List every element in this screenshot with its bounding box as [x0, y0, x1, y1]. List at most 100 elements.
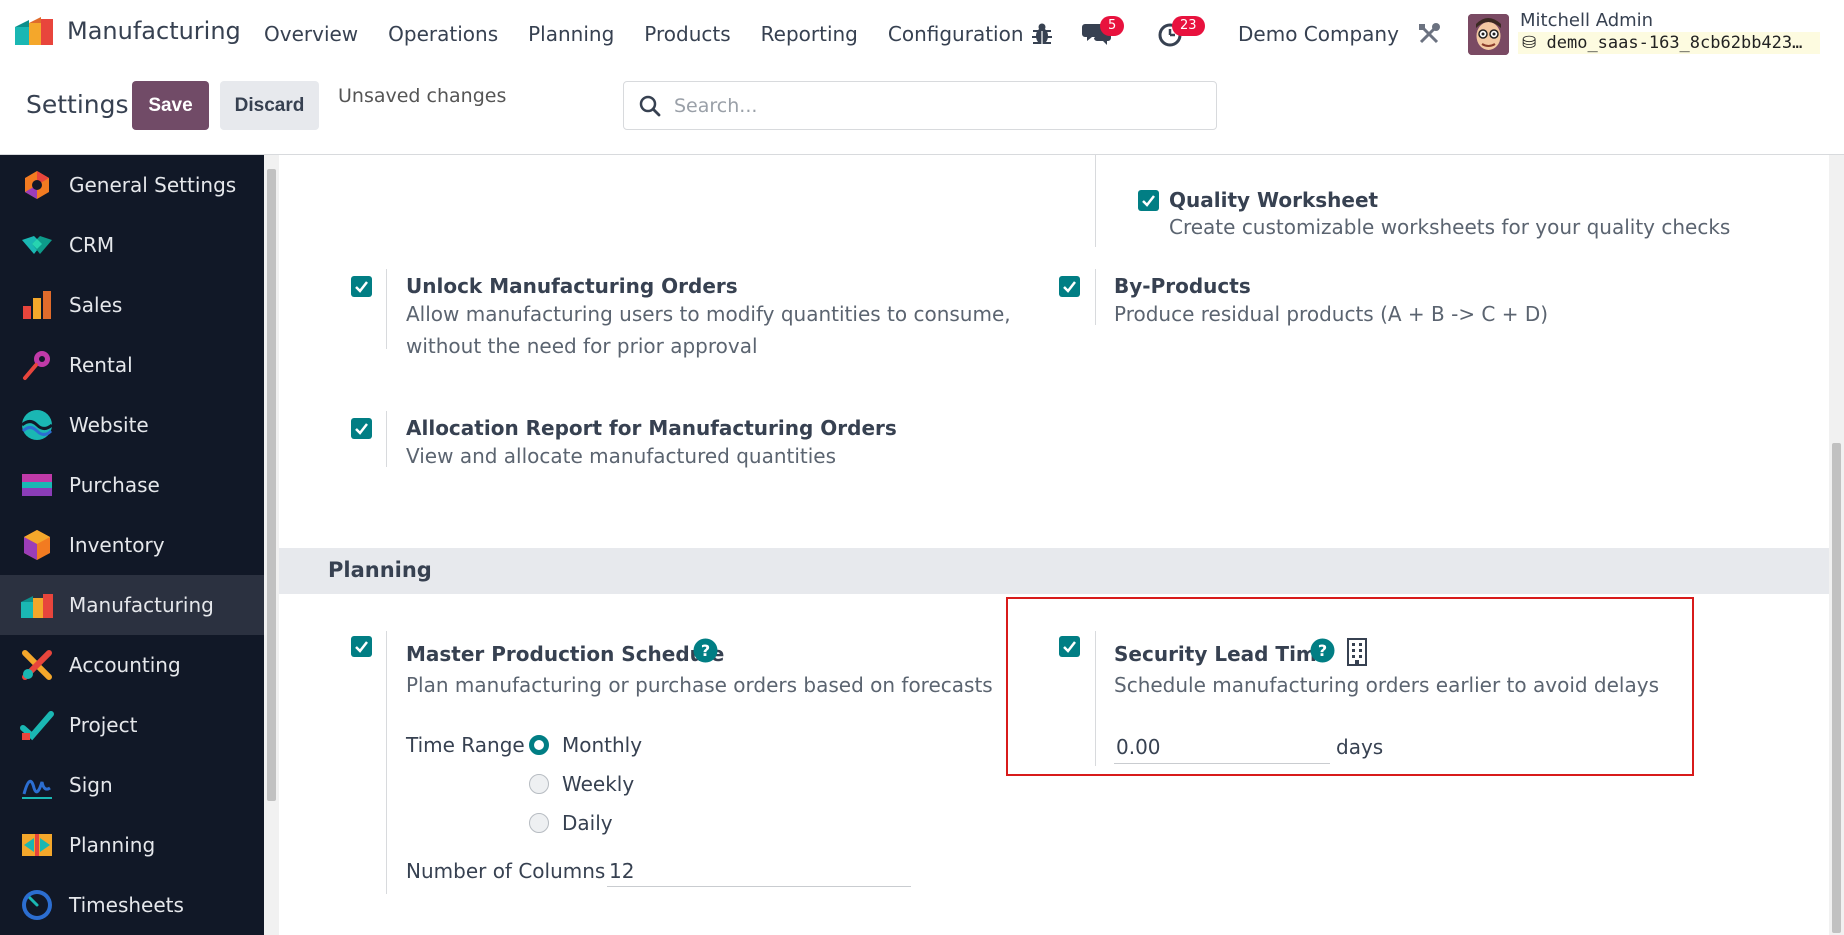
settings-content: Quality Worksheet Create customizable wo…	[279, 155, 1829, 935]
app-brand[interactable]: Manufacturing	[15, 17, 241, 45]
menu-planning[interactable]: Planning	[528, 22, 614, 46]
setting-divider	[386, 269, 387, 349]
company-building-icon	[1347, 638, 1367, 666]
radio-daily[interactable]	[529, 813, 549, 833]
mps-checkbox[interactable]	[351, 636, 372, 657]
messages-badge: 5	[1100, 16, 1125, 36]
security-lead-time-checkbox[interactable]	[1059, 636, 1080, 657]
unlock-mo-desc-line2: without the need for prior approval	[406, 334, 758, 358]
sidebar-item-sales[interactable]: Sales	[0, 275, 264, 335]
sidebar-item-sign[interactable]: Sign	[0, 755, 264, 815]
quality-worksheet-desc: Create customizable worksheets for your …	[1169, 215, 1731, 239]
checkmark-icon	[355, 641, 368, 653]
checkmark-icon	[355, 423, 368, 435]
radio-daily-label[interactable]: Daily	[562, 811, 613, 835]
sidebar-label: General Settings	[69, 173, 237, 197]
sidebar-label: Project	[69, 713, 138, 737]
columns-label: Number of Columns	[406, 859, 606, 883]
project-icon	[20, 711, 54, 741]
user-name[interactable]: Mitchell Admin	[1520, 10, 1653, 31]
allocation-report-desc: View and allocate manufactured quantitie…	[406, 444, 837, 468]
main-menu: Overview Operations Planning Products Re…	[264, 22, 1054, 46]
sidebar-label: Purchase	[69, 473, 160, 497]
activities-badge: 23	[1172, 16, 1205, 36]
tools-icon[interactable]	[1417, 22, 1441, 46]
bug-icon[interactable]	[1031, 22, 1053, 46]
setting-divider	[386, 411, 387, 467]
user-avatar[interactable]	[1468, 14, 1509, 55]
rental-icon	[23, 351, 50, 380]
security-lead-time-desc: Schedule manufacturing orders earlier to…	[1114, 673, 1659, 697]
sidebar-label: Sales	[69, 293, 123, 317]
company-switcher[interactable]: Demo Company	[1238, 22, 1399, 46]
sidebar-item-website[interactable]: Website	[0, 395, 264, 455]
settings-sidebar: General Settings CRM Sales Rental Websit…	[0, 155, 264, 935]
allocation-report-checkbox[interactable]	[351, 418, 372, 439]
sidebar-item-accounting[interactable]: Accounting	[0, 635, 264, 695]
accounting-icon	[22, 650, 52, 680]
checkmark-icon	[1063, 281, 1076, 293]
search-icon	[639, 95, 661, 117]
sidebar-label: Website	[69, 413, 149, 437]
svg-text:?: ?	[701, 641, 710, 660]
menu-reporting[interactable]: Reporting	[761, 22, 858, 46]
database-label: demo_saas-163_8cb62bb423…	[1546, 33, 1803, 53]
menu-products[interactable]: Products	[644, 22, 730, 46]
database-icon: ⛁	[1522, 33, 1537, 53]
search-input[interactable]	[674, 92, 1194, 120]
discard-button[interactable]: Discard	[220, 81, 319, 130]
avatar-image-icon	[1468, 14, 1509, 55]
general-settings-icon	[25, 171, 49, 199]
time-range-label: Time Range	[406, 733, 525, 757]
sidebar-scrollbar[interactable]	[264, 155, 279, 935]
app-name: Manufacturing	[67, 17, 241, 45]
sidebar-label: Rental	[69, 353, 133, 377]
sidebar-item-manufacturing[interactable]: Manufacturing	[0, 575, 264, 635]
radio-weekly[interactable]	[529, 774, 549, 794]
manufacturing-app-icon	[15, 17, 53, 45]
sidebar-item-purchase[interactable]: Purchase	[0, 455, 264, 515]
checkmark-icon	[1063, 641, 1076, 653]
menu-overview[interactable]: Overview	[264, 22, 358, 46]
by-products-desc: Produce residual products (A + B -> C + …	[1114, 302, 1549, 326]
columns-input[interactable]	[607, 855, 911, 887]
planning-icon	[22, 834, 52, 856]
sidebar-item-timesheets[interactable]: Timesheets	[0, 875, 264, 935]
sidebar-label: Manufacturing	[69, 593, 214, 617]
sidebar-label: Inventory	[69, 533, 165, 557]
quality-worksheet-title: Quality Worksheet	[1169, 188, 1379, 212]
quality-worksheet-checkbox[interactable]	[1138, 190, 1159, 211]
content-scrollbar[interactable]	[1829, 155, 1844, 935]
svg-text:?: ?	[1318, 641, 1327, 660]
sidebar-item-rental[interactable]: Rental	[0, 335, 264, 395]
sidebar-item-project[interactable]: Project	[0, 695, 264, 755]
sidebar-item-inventory[interactable]: Inventory	[0, 515, 264, 575]
by-products-checkbox[interactable]	[1059, 276, 1080, 297]
radio-monthly-label[interactable]: Monthly	[562, 733, 642, 757]
website-icon	[21, 410, 53, 440]
sidebar-scrollbar-thumb[interactable]	[267, 169, 276, 801]
setting-divider	[1095, 269, 1096, 325]
sidebar-label: Sign	[69, 773, 113, 797]
help-icon[interactable]: ?	[693, 638, 718, 663]
unlock-mo-title: Unlock Manufacturing Orders	[406, 274, 738, 298]
content-scrollbar-thumb[interactable]	[1832, 443, 1841, 933]
setting-divider	[1095, 631, 1096, 766]
menu-configuration[interactable]: Configuration	[888, 22, 1024, 46]
setting-divider	[386, 631, 387, 894]
menu-operations[interactable]: Operations	[388, 22, 498, 46]
sidebar-item-crm[interactable]: CRM	[0, 215, 264, 275]
security-lead-time-input[interactable]	[1114, 730, 1330, 764]
purchase-icon	[22, 474, 52, 496]
sidebar-item-planning[interactable]: Planning	[0, 815, 264, 875]
sidebar-label: Accounting	[69, 653, 181, 677]
unlock-mo-checkbox[interactable]	[351, 276, 372, 297]
days-unit-label: days	[1336, 735, 1384, 759]
search-box[interactable]	[623, 81, 1217, 130]
help-icon[interactable]: ?	[1310, 638, 1335, 663]
save-button[interactable]: Save	[132, 81, 209, 130]
setting-divider	[1095, 155, 1096, 247]
radio-weekly-label[interactable]: Weekly	[562, 772, 634, 796]
radio-monthly[interactable]	[529, 735, 549, 755]
sidebar-item-general-settings[interactable]: General Settings	[0, 155, 264, 215]
